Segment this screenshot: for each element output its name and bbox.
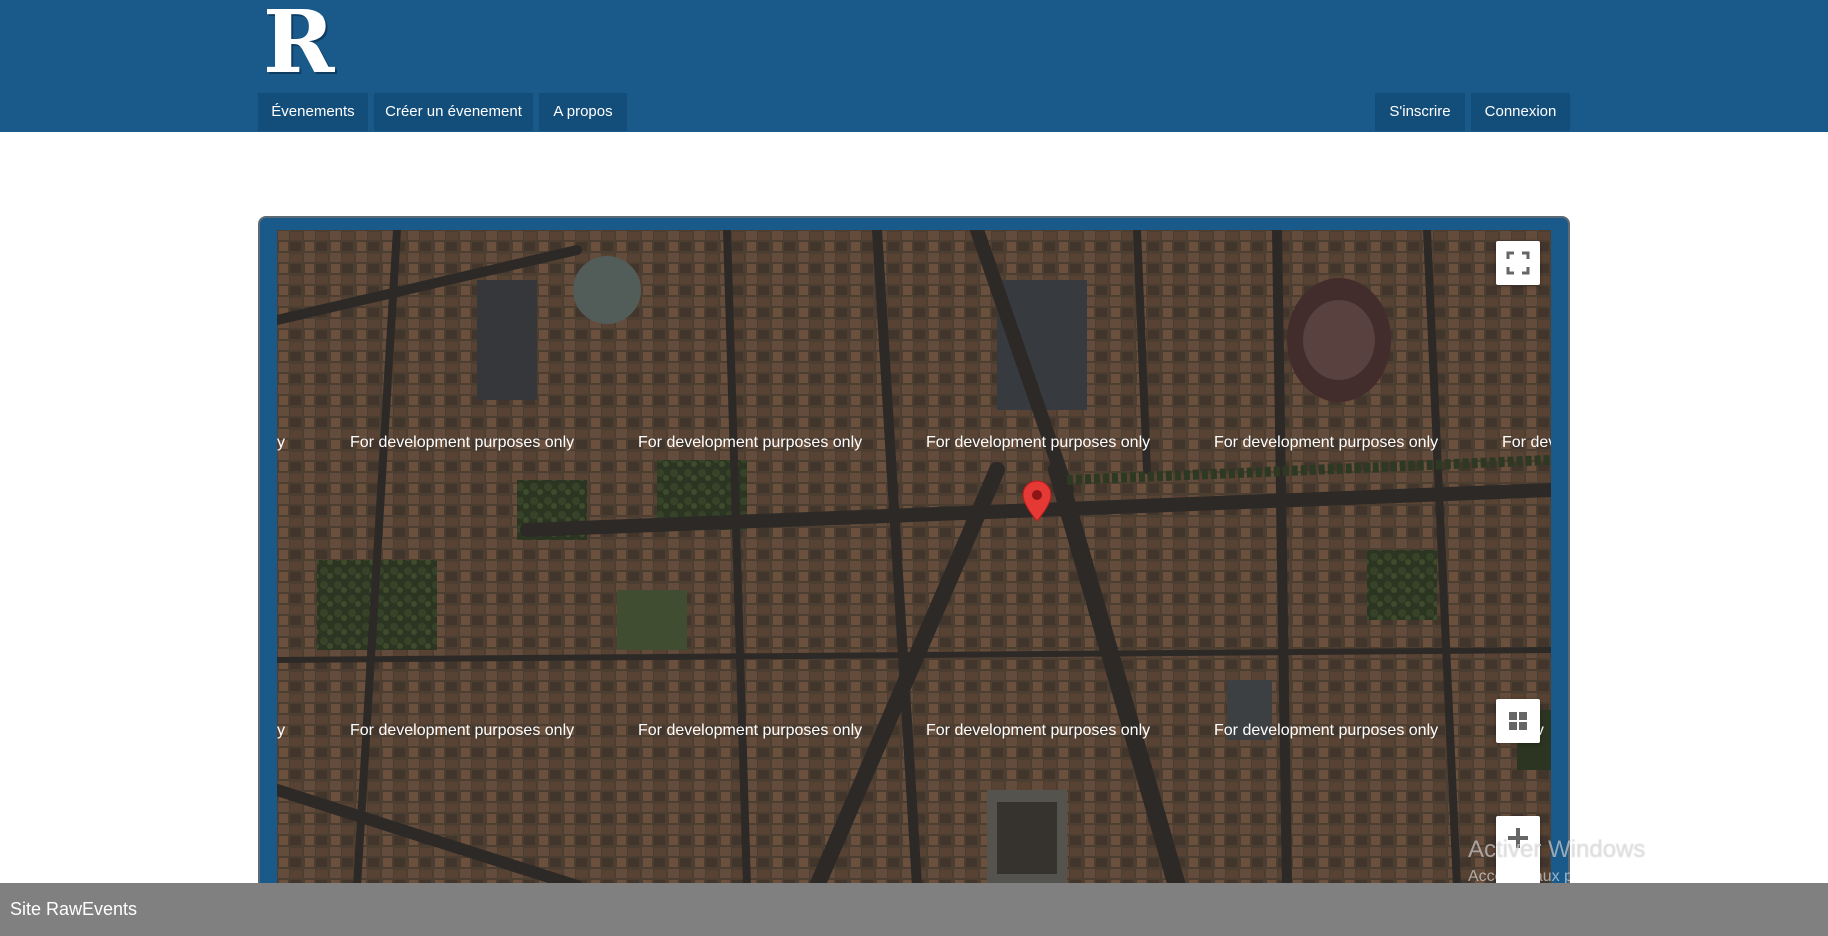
- map-marker-icon[interactable]: [1022, 480, 1052, 522]
- site-header: R Évenements Créer un évenement A propos…: [0, 0, 1828, 132]
- nav-a-propos[interactable]: A propos: [539, 93, 627, 131]
- watermark-edge: y: [277, 434, 285, 451]
- site-logo[interactable]: R: [263, 0, 355, 86]
- map-type-icon: [1509, 712, 1527, 730]
- map-dim-overlay: [277, 230, 1551, 886]
- watermark: For development purposes only: [1214, 434, 1439, 451]
- map-type-button[interactable]: [1496, 699, 1540, 743]
- watermark-edge: For dev: [1502, 434, 1551, 451]
- watermark: For development purposes only: [350, 434, 575, 451]
- fullscreen-button[interactable]: [1496, 241, 1540, 285]
- map-view[interactable]: y For development purposes only For deve…: [277, 230, 1551, 886]
- nav-creer-evenement[interactable]: Créer un évenement: [374, 93, 533, 131]
- nav-inscrire[interactable]: S'inscrire: [1375, 93, 1465, 131]
- watermark-edge: y: [277, 722, 285, 739]
- watermark: For development purposes only: [350, 722, 575, 739]
- footer-text: Site RawEvents: [10, 899, 138, 919]
- watermark: For development purposes only: [926, 722, 1151, 739]
- watermark: For development purposes only: [638, 434, 863, 451]
- watermark: For development purposes only: [926, 434, 1151, 451]
- watermark: For development purposes only: [1214, 722, 1439, 739]
- site-footer: Site RawEvents: [0, 883, 1828, 936]
- windows-activation-notice: Activer Windows Accédez aux paramètres p…: [1468, 836, 1807, 888]
- activation-title: Activer Windows: [1468, 836, 1646, 863]
- fullscreen-icon: [1506, 251, 1530, 275]
- watermark: For development purposes only: [638, 722, 863, 739]
- nav-connexion[interactable]: Connexion: [1471, 93, 1570, 131]
- nav-evenements[interactable]: Évenements: [258, 93, 368, 131]
